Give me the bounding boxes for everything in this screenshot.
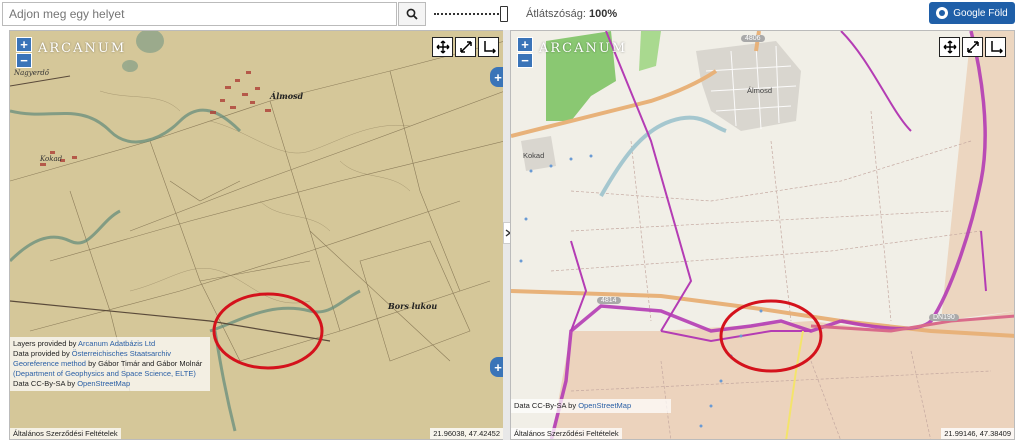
right-pan-button[interactable]	[939, 37, 960, 57]
road-badge-4814: 4814	[597, 297, 621, 304]
left-map-tools	[432, 37, 499, 57]
map-label-bors: Bors lukou	[388, 301, 438, 311]
left-arcanum-logo: ARCANUM	[38, 41, 127, 56]
attrib-elte-link[interactable]: (Department of Geophysics and Space Scie…	[13, 369, 196, 378]
opacity-label-text: Átlátszóság:	[526, 8, 586, 20]
left-sidebar-toggle-top[interactable]: +	[490, 67, 503, 87]
map-label-nagyerdo: Nagyerdő	[14, 69, 49, 77]
left-zoom-controls: + −	[16, 37, 34, 69]
attrib-osm-prefix: Data CC-By-SA by	[13, 379, 76, 388]
toolbar: Átlátszóság: 100% Google Föld	[0, 0, 1023, 28]
search-icon	[406, 8, 418, 20]
left-zoom-in-button[interactable]: +	[16, 37, 32, 52]
left-attribution: Layers provided by Arcanum Adatbázis Ltd…	[10, 337, 210, 391]
historic-map-pane[interactable]: Álmosd Kokad Nagyerdő Bors lukou + − ARC…	[9, 30, 504, 440]
pan-icon	[943, 40, 956, 54]
right-attribution: Data CC-By-SA by OpenStreetMap	[511, 399, 671, 413]
attrib-geo-authors: by Gábor Timár and Gábor Molnár	[88, 359, 203, 368]
road-badge-dn190: DN190	[929, 314, 959, 321]
left-pan-button[interactable]	[432, 37, 453, 57]
left-terms-link[interactable]: Általános Szerződési Feltételek	[10, 428, 121, 439]
opacity-slider-handle[interactable]	[500, 6, 508, 22]
left-corner-button[interactable]	[478, 37, 499, 57]
attrib-osm-link[interactable]: OpenStreetMap	[77, 379, 130, 388]
right-zoom-in-button[interactable]: +	[517, 37, 533, 52]
map-label-kokad-osm: Kokad	[523, 151, 545, 160]
corner-icon	[990, 41, 1003, 54]
left-sidebar-toggle-bottom[interactable]: +	[490, 357, 503, 377]
left-coordinates: 21.96038, 47.42452	[430, 428, 503, 439]
attrib-data-prefix: Data provided by	[13, 349, 70, 358]
opacity-slider[interactable]	[434, 6, 512, 22]
map-label-kokad: Kokad	[40, 155, 63, 163]
map-label-almosd: Álmosd	[270, 91, 304, 101]
road-badge-4806: 4806	[741, 35, 765, 42]
google-earth-button[interactable]: Google Föld	[929, 2, 1015, 24]
globe-icon	[936, 7, 949, 19]
pan-icon	[436, 40, 449, 54]
osm-map-pane[interactable]: 4806 4814 DN190 Álmosd Kokad + − ARCANUM…	[510, 30, 1015, 440]
search-button[interactable]	[398, 2, 426, 26]
location-search-input[interactable]	[2, 2, 397, 26]
right-map-tools	[939, 37, 1006, 57]
google-earth-label: Google Föld	[953, 7, 1008, 19]
left-zoom-out-button[interactable]: −	[16, 53, 32, 68]
right-terms-link[interactable]: Általános Szerződési Feltételek	[511, 428, 622, 439]
expand-icon	[459, 41, 472, 53]
right-zoom-out-button[interactable]: −	[517, 53, 533, 68]
opacity-value: 100%	[588, 8, 618, 20]
right-expand-button[interactable]	[962, 37, 983, 57]
opacity-slider-track	[434, 13, 502, 15]
attrib-arcanum-link[interactable]: Arcanum Adatbázis Ltd	[78, 339, 155, 348]
expand-icon	[966, 41, 979, 53]
left-expand-button[interactable]	[455, 37, 476, 57]
attrib-staatsarchiv-link[interactable]: Österreichisches Staatsarchiv	[72, 349, 171, 358]
opacity-label: Átlátszóság: 100%	[526, 8, 617, 20]
right-corner-button[interactable]	[985, 37, 1006, 57]
right-attrib-osm-prefix: Data CC-By-SA by	[514, 401, 577, 410]
corner-icon	[483, 41, 496, 54]
right-coordinates: 21.99146, 47.38409	[941, 428, 1014, 439]
attrib-georeference-link[interactable]: Georeference method	[13, 359, 86, 368]
right-zoom-controls: + −	[517, 37, 535, 69]
attrib-layers-prefix: Layers provided by	[13, 339, 77, 348]
map-label-almosd-osm: Álmosd	[747, 86, 773, 95]
right-attrib-osm-link[interactable]: OpenStreetMap	[578, 401, 631, 410]
right-arcanum-logo: ARCANUM	[539, 41, 628, 56]
